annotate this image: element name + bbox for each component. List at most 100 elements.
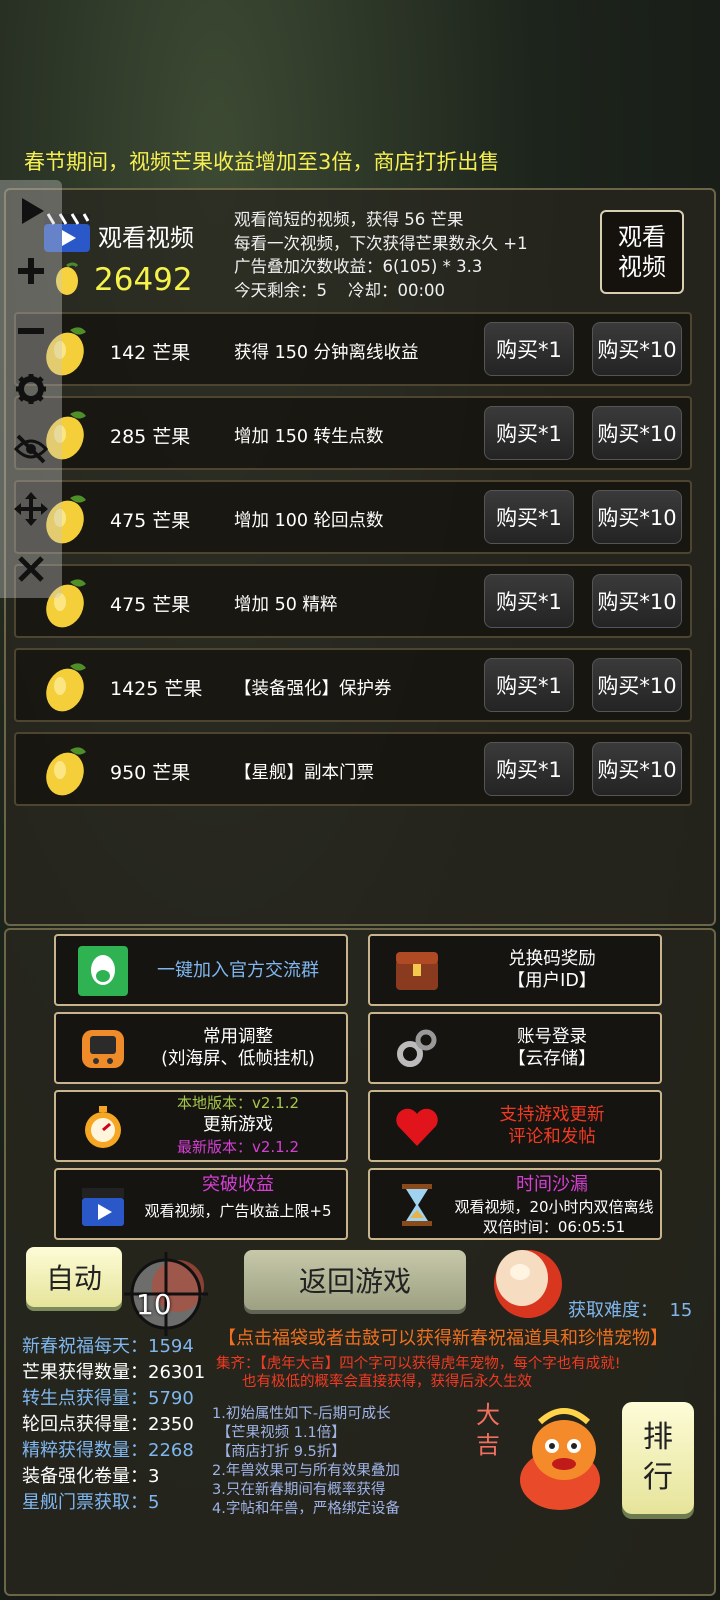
collect-note-line-2: 也有极低的概率会直接获得，获得后永久生效: [242, 1374, 532, 1390]
support-line-1: 支持游戏更新: [499, 1105, 605, 1125]
settings-line-2: (刘海屏、低帧挂机): [161, 1049, 315, 1069]
stat-label: 装备强化卷量：: [22, 1466, 148, 1487]
video-info-line: 每看一次视频，下次获得芒果数永久 +1: [234, 233, 528, 253]
support-game-button[interactable]: 支持游戏更新 评论和发帖: [368, 1090, 662, 1162]
shop-item-row: 950 芒果 【星舰】副本门票 购买*1 购买*10: [14, 732, 692, 806]
stat-value: 5: [148, 1492, 160, 1513]
redeem-line-2: 【用户ID】: [507, 971, 597, 991]
watch-video-label: 观看 视频: [618, 223, 666, 281]
mango-icon: [46, 747, 86, 796]
item-desc: 【装备强化】保护券: [234, 679, 392, 699]
stat-row: 精粹获得数量：2268: [22, 1436, 194, 1462]
login-line-2: 【云存储】: [508, 1049, 596, 1069]
time-hourglass-button[interactable]: 时间沙漏 观看视频，20小时内双倍离线 双倍时间：06:05:51: [368, 1168, 662, 1240]
stat-value: 2268: [148, 1440, 194, 1461]
item-desc: 获得 150 分钟离线收益: [234, 343, 419, 363]
drum-icon[interactable]: [490, 1246, 566, 1322]
lion-mascot-icon[interactable]: [504, 1404, 618, 1516]
stat-label: 新春祝福每天：: [22, 1336, 148, 1357]
double-time: 双倍时间：06:05:51: [482, 1218, 626, 1236]
qq-icon: [78, 946, 128, 996]
stat-value: 5790: [148, 1388, 194, 1409]
floating-toolbar: [0, 180, 62, 598]
join-group-label: 一键加入官方交流群: [157, 960, 319, 981]
update-game-label: 更新游戏: [203, 1115, 273, 1135]
handheld-game-icon: [82, 1030, 124, 1068]
item-desc: 【星舰】副本门票: [234, 763, 374, 783]
update-game-button[interactable]: 本地版本：v2.1.2 更新游戏 最新版本：v2.1.2: [54, 1090, 348, 1162]
play-icon[interactable]: [14, 194, 48, 228]
ranking-button[interactable]: 排 行: [622, 1402, 694, 1514]
buy-10-button[interactable]: 购买*10: [592, 658, 682, 712]
gears-icon: [397, 1029, 437, 1067]
buy-1-button[interactable]: 购买*1: [484, 490, 574, 544]
stat-label: 转生点获得量：: [22, 1388, 148, 1409]
buy-1-button[interactable]: 购买*1: [484, 574, 574, 628]
stat-value: 26301: [148, 1362, 206, 1383]
stat-value: 1594: [148, 1336, 194, 1357]
stat-value: 3: [148, 1466, 160, 1487]
stat-row: 装备强化卷量：3: [22, 1462, 159, 1488]
stat-row: 星舰门票获取：5: [22, 1488, 159, 1514]
video-info-line: 观看简短的视频，获得 56 芒果: [234, 210, 464, 229]
eye-off-icon[interactable]: [14, 432, 48, 466]
hourglass-desc: 观看视频，20小时内双倍离线: [454, 1198, 654, 1216]
buy-10-button[interactable]: 购买*10: [592, 742, 682, 796]
item-price: 475 芒果: [110, 510, 191, 532]
buy-10-button[interactable]: 购买*10: [592, 322, 682, 376]
item-price: 142 芒果: [110, 342, 191, 364]
buy-1-button[interactable]: 购买*1: [484, 322, 574, 376]
minus-icon[interactable]: [14, 314, 48, 348]
item-desc: 增加 150 转生点数: [234, 427, 384, 447]
timer-overlay: 10: [136, 1288, 172, 1321]
auto-button[interactable]: 自动: [26, 1247, 122, 1307]
stat-label: 轮回点获得量：: [22, 1414, 148, 1435]
stat-label: 芒果获得数量：: [22, 1362, 148, 1383]
buy-10-button[interactable]: 购买*10: [592, 574, 682, 628]
redeem-code-button[interactable]: 兑换码奖励 【用户ID】: [368, 934, 662, 1006]
shop-item-row: 142 芒果 获得 150 分钟离线收益 购买*1 购买*10: [14, 312, 692, 386]
close-icon[interactable]: [14, 552, 48, 586]
stat-label: 精粹获得数量：: [22, 1440, 148, 1461]
hourglass-title: 时间沙漏: [516, 1174, 588, 1195]
gear-icon[interactable]: [14, 372, 48, 406]
rules-text: 1.初始属性如下-后期可成长 【芒果视频 1.1倍】 【商店打折 9.5折】 2…: [212, 1406, 400, 1517]
video-info-line: 今天剩余：5 冷却：00:00: [234, 280, 446, 300]
plus-icon[interactable]: [14, 254, 48, 288]
clapperboard-icon: [82, 1188, 124, 1226]
video-title: 观看视频: [98, 224, 194, 252]
shop-item-row: 475 芒果 增加 100 轮回点数 购买*1 购买*10: [14, 480, 692, 554]
shop-item-row: 475 芒果 增加 50 精粹 购买*1 购买*10: [14, 564, 692, 638]
stopwatch-icon: [85, 1106, 121, 1148]
drum-note: 【点击福袋或者击鼓可以获得新春祝福道具和珍惜宠物】: [218, 1328, 668, 1349]
settings-line-1: 常用调整: [203, 1027, 273, 1047]
stat-row: 芒果获得数量：26301: [22, 1358, 205, 1384]
video-reward-row: 观看视频 26492 观看简短的视频，获得 56 芒果 每看一次视频，下次获得芒…: [6, 190, 714, 308]
video-info: 观看简短的视频，获得 56 芒果 每看一次视频，下次获得芒果数永久 +1 广告叠…: [234, 208, 528, 302]
buy-1-button[interactable]: 购买*1: [484, 658, 574, 712]
return-game-button[interactable]: 返回游戏: [244, 1250, 466, 1310]
breakthrough-income-button[interactable]: 突破收益 观看视频，广告收益上限+5: [54, 1168, 348, 1240]
buy-1-button[interactable]: 购买*1: [484, 742, 574, 796]
support-line-2: 评论和发帖: [508, 1127, 596, 1147]
move-icon[interactable]: [14, 492, 48, 526]
stat-value: 2350: [148, 1414, 194, 1435]
latest-version: 最新版本：v2.1.2: [176, 1138, 300, 1156]
buy-10-button[interactable]: 购买*10: [592, 406, 682, 460]
heart-icon: [396, 1108, 438, 1146]
item-desc: 增加 50 精粹: [234, 595, 338, 615]
account-login-button[interactable]: 账号登录 【云存储】: [368, 1012, 662, 1084]
buy-1-button[interactable]: 购买*1: [484, 406, 574, 460]
item-desc: 增加 100 轮回点数: [234, 511, 384, 531]
difficulty-label: 获取难度： 15: [568, 1300, 693, 1321]
stat-row: 转生点获得量：5790: [22, 1384, 194, 1410]
settings-button[interactable]: 常用调整 (刘海屏、低帧挂机): [54, 1012, 348, 1084]
hourglass-icon: [402, 1184, 432, 1226]
watch-video-button[interactable]: 观看 视频: [600, 210, 684, 294]
join-group-button[interactable]: 一键加入官方交流群: [54, 934, 348, 1006]
local-version: 本地版本：v2.1.2: [176, 1094, 300, 1112]
buy-10-button[interactable]: 购买*10: [592, 490, 682, 544]
mango-icon: [46, 663, 86, 712]
breakthrough-title: 突破收益: [202, 1174, 274, 1195]
stat-label: 星舰门票获取：: [22, 1492, 148, 1513]
